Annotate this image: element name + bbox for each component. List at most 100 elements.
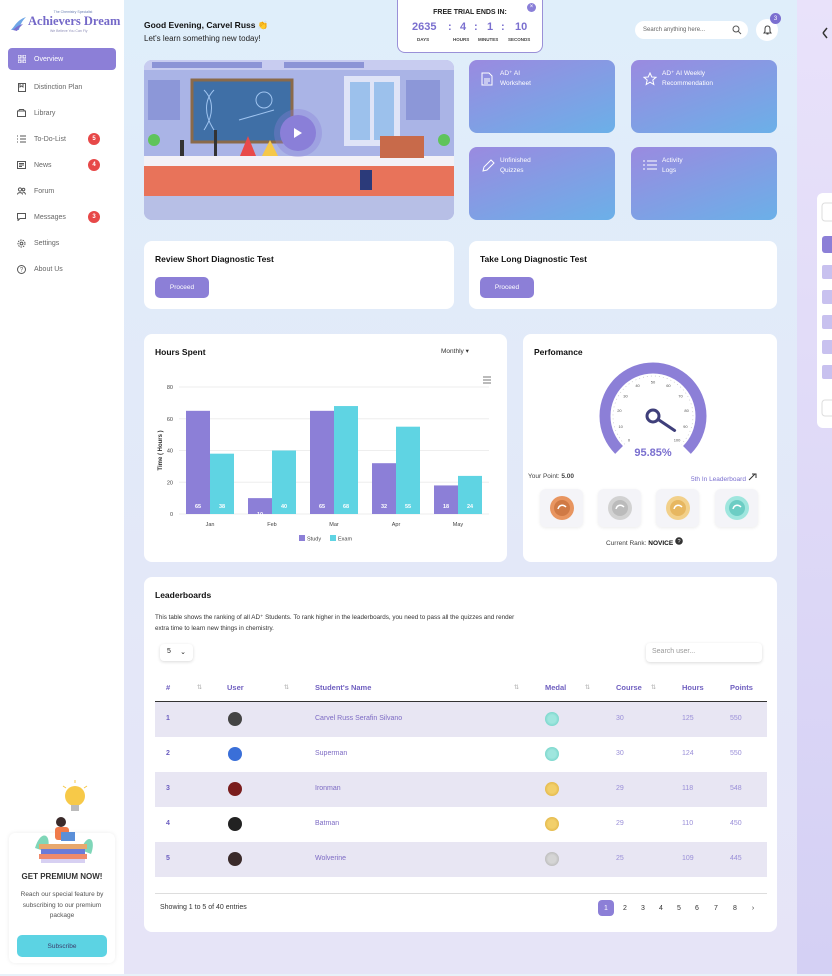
list-icon	[643, 160, 657, 170]
user-search-placeholder: Search user...	[652, 648, 696, 655]
play-button[interactable]	[280, 115, 316, 151]
column-header-course[interactable]: Course	[616, 683, 642, 692]
legend-swatch	[330, 535, 336, 541]
rank-cell: 3	[166, 785, 170, 792]
sort-icon[interactable]: ⇅	[284, 684, 289, 691]
page-button[interactable]: 2	[617, 900, 633, 916]
table-row[interactable]: 3 Ironman 29 118 548	[155, 772, 767, 807]
sort-icon[interactable]: ⇅	[514, 684, 519, 691]
subscribe-button[interactable]: Subscribe	[17, 935, 107, 957]
table-row[interactable]: 4 Batman 29 110 450	[155, 807, 767, 842]
card-title: Take Long Diagnostic Test	[480, 254, 587, 264]
page-button[interactable]: 4	[653, 900, 669, 916]
sort-icon[interactable]: ⇅	[651, 684, 656, 691]
table-row[interactable]: 2 Superman 30 124 550	[155, 737, 767, 772]
help-icon[interactable]: ?	[675, 537, 683, 545]
bar-exam	[334, 406, 358, 514]
page-button[interactable]: 3	[635, 900, 651, 916]
page-size-select[interactable]: 5 ⌄	[160, 644, 193, 661]
column-header-medal[interactable]: Medal	[545, 683, 566, 692]
next-page-button[interactable]: ›	[745, 900, 761, 916]
greeting: Good Evening, Carvel Russ 👏	[144, 20, 269, 30]
sidebar-item-label: Settings	[34, 239, 60, 247]
sort-icon[interactable]: ⇅	[197, 684, 202, 691]
your-point-label: Your Point:	[528, 473, 560, 480]
column-header-hours[interactable]: Hours	[682, 683, 704, 692]
sidebar: The Chemistry Specialist Achievers Dream…	[0, 0, 124, 974]
sidebar-item-to-do-list[interactable]: To-Do-List 5	[8, 126, 116, 152]
free-trial-countdown: × FREE TRIAL ENDS IN: 2635 : 4 : 1 : 10 …	[397, 0, 543, 53]
performance-gauge: 0 10 20 30 40 50 60 70 80 90 10095.85%	[599, 362, 707, 459]
card-title: Review Short Diagnostic Test	[155, 254, 274, 264]
platinum-medal-tile[interactable]	[715, 489, 758, 527]
bronze-medal-tile[interactable]	[540, 489, 583, 527]
leaderboard-position-link[interactable]: 5th In Leaderboard	[691, 473, 757, 483]
premium-promo-card: GET PREMIUM NOW! Reach our special featu…	[9, 780, 115, 963]
countdown-separator: :	[501, 21, 505, 33]
external-link-icon	[748, 473, 757, 481]
column-header-user[interactable]: User	[227, 683, 244, 692]
silver-medal-tile[interactable]	[598, 489, 641, 527]
sidebar-item-distinction-plan[interactable]: Distinction Plan	[8, 74, 116, 100]
sidebar-item-forum[interactable]: Forum	[8, 178, 116, 204]
sidebar-item-label: News	[34, 161, 52, 169]
page-button[interactable]: 6	[689, 900, 705, 916]
sidebar-item-news[interactable]: News 4	[8, 152, 116, 178]
gold-medal-tile[interactable]	[656, 489, 699, 527]
bar-exam	[396, 426, 420, 514]
avatar	[228, 852, 242, 866]
column-header-points[interactable]: Points	[730, 683, 753, 692]
entries-info: Showing 1 to 5 of 40 entries	[160, 904, 247, 911]
countdown-hours: 4	[460, 21, 467, 33]
course-cell: 30	[616, 750, 624, 757]
notifications-button[interactable]: 3	[756, 13, 781, 41]
bar-value-label: 18	[443, 504, 449, 510]
sidebar-item-messages[interactable]: Messages 3	[8, 204, 116, 230]
minutes-label: MINUTES	[478, 37, 499, 42]
tile-ai-weekly-recommendation[interactable]: AD⁺ AI Weekly Recommendation	[631, 60, 777, 133]
column-header-rank[interactable]: #	[166, 683, 170, 692]
student-name-cell: Superman	[315, 750, 348, 757]
table-row[interactable]: 5 Wolverine 25 109 445	[155, 842, 767, 877]
sidebar-item-library[interactable]: Library	[8, 100, 116, 126]
sidebar-item-label: About Us	[34, 265, 63, 273]
column-header-name[interactable]: Student's Name	[315, 683, 371, 692]
page-button[interactable]: 7	[708, 900, 724, 916]
bird-logo-icon	[11, 17, 26, 31]
bronze-medal-icon	[549, 496, 574, 520]
news-count-badge: 4	[88, 159, 100, 171]
page-button[interactable]: 8	[727, 900, 743, 916]
page-button[interactable]: 1	[598, 900, 614, 916]
lab-video-thumbnail[interactable]	[144, 60, 454, 220]
tile-ai-worksheet[interactable]: AD⁺ AI Worksheet	[469, 60, 615, 133]
y-tick-label: 0	[170, 512, 173, 518]
page-size-value: 5	[167, 648, 171, 655]
gold-medal-icon	[545, 817, 559, 831]
points-cell: 548	[730, 785, 742, 792]
sort-icon[interactable]: ⇅	[585, 684, 590, 691]
grid-icon	[17, 55, 26, 64]
logo[interactable]: The Chemistry Specialist Achievers Dream…	[10, 10, 120, 36]
menu-icon	[483, 376, 491, 384]
play-icon	[294, 128, 302, 138]
tile-unfinished-quizzes[interactable]: Unfinished Quizzes	[469, 147, 615, 220]
hours-cell: 110	[682, 820, 694, 827]
leaderboard-card: Leaderboards This table shows the rankin…	[144, 577, 777, 932]
bar-value-label: 65	[195, 504, 201, 510]
sidebar-item-about-us[interactable]: ? About Us	[8, 256, 116, 282]
promo-text: Reach our special feature by subscribing…	[20, 891, 104, 919]
tile-activity-logs[interactable]: Activity Logs	[631, 147, 777, 220]
sidebar-item-overview[interactable]: Overview	[8, 48, 116, 70]
sidebar-item-label: Messages	[34, 213, 66, 221]
proceed-short-test-button[interactable]: Proceed	[155, 277, 209, 298]
tile-label: Activity Logs	[662, 157, 683, 174]
user-search-input[interactable]: Search user...	[646, 643, 762, 662]
search-input[interactable]: Search anything here...	[635, 21, 748, 39]
sidebar-item-settings[interactable]: Settings	[8, 230, 116, 256]
proceed-long-test-button[interactable]: Proceed	[480, 277, 534, 298]
sidebar-item-label: Forum	[34, 187, 55, 195]
hours-label: HOURS	[453, 37, 470, 42]
page-button[interactable]: 5	[671, 900, 687, 916]
platinum-medal-icon	[724, 496, 749, 520]
table-row[interactable]: 1 Carvel Russ Serafin Silvano 30 125 550	[155, 702, 767, 737]
